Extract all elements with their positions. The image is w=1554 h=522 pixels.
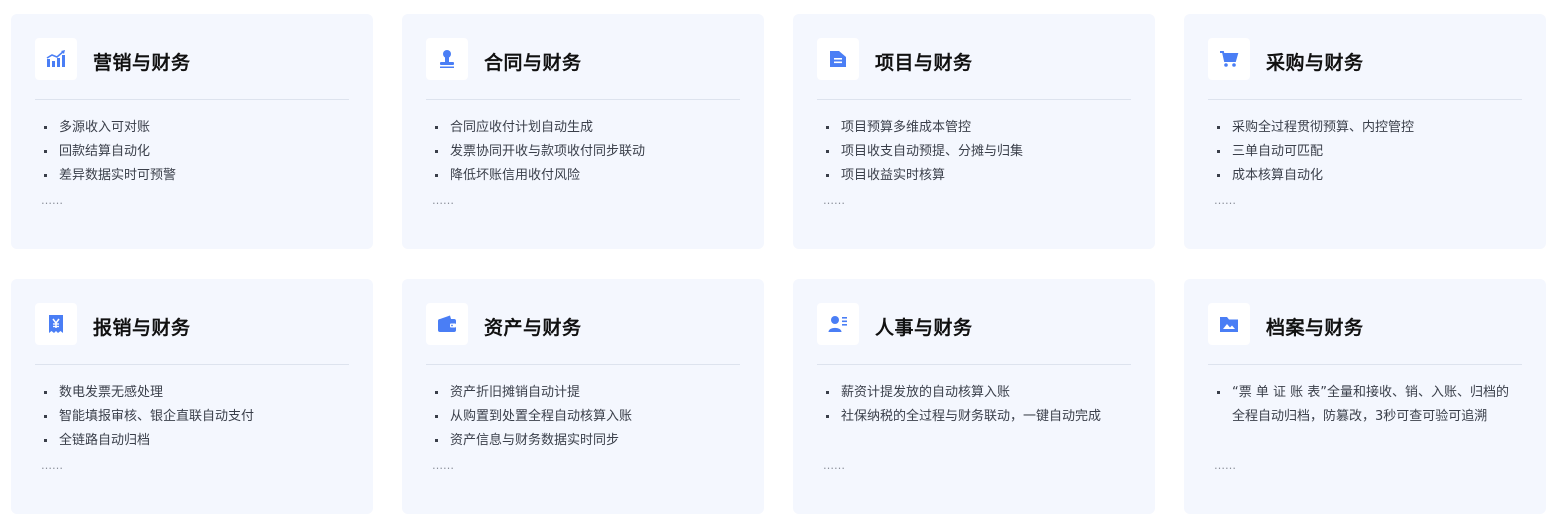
card-title: 资产与财务 — [484, 317, 582, 339]
list-item: 智能填报审核、银企直联自动支付 — [43, 405, 343, 429]
feature-list: 多源收入可对账 回款结算自动化 差异数据实时可预警 — [43, 116, 343, 188]
card-header: 合同与财务 — [426, 38, 740, 100]
card-header: 资产与财务 — [426, 303, 740, 365]
list-item: 合同应收付计划自动生成 — [434, 116, 734, 140]
cart-icon — [1208, 38, 1250, 80]
card-marketing-finance: 营销与财务 多源收入可对账 回款结算自动化 差异数据实时可预警 …… — [11, 14, 373, 249]
list-item: 从购置到处置全程自动核算入账 — [434, 405, 734, 429]
list-item: 成本核算自动化 — [1216, 164, 1516, 188]
more-ellipsis: …… — [41, 459, 63, 472]
list-item: 项目收益实时核算 — [825, 164, 1125, 188]
list-item: 项目收支自动预提、分摊与归集 — [825, 140, 1125, 164]
card-header: 项目与财务 — [817, 38, 1131, 100]
card-hr-finance: 人事与财务 薪资计提发放的自动核算入账 社保纳税的全过程与财务联动，一键自动完成… — [793, 279, 1155, 514]
more-ellipsis: …… — [823, 459, 845, 472]
card-title: 报销与财务 — [93, 317, 191, 339]
more-ellipsis: …… — [823, 194, 845, 207]
list-item: 数电发票无感处理 — [43, 381, 343, 405]
list-item: 项目预算多维成本管控 — [825, 116, 1125, 140]
feature-list: 数电发票无感处理 智能填报审核、银企直联自动支付 全链路自动归档 — [43, 381, 343, 453]
wallet-icon — [426, 303, 468, 345]
feature-list: 薪资计提发放的自动核算入账 社保纳税的全过程与财务联动，一键自动完成 — [825, 381, 1125, 429]
more-ellipsis: …… — [41, 194, 63, 207]
card-project-finance: 项目与财务 项目预算多维成本管控 项目收支自动预提、分摊与归集 项目收益实时核算… — [793, 14, 1155, 249]
more-ellipsis: …… — [1214, 194, 1236, 207]
feature-list: 项目预算多维成本管控 项目收支自动预提、分摊与归集 项目收益实时核算 — [825, 116, 1125, 188]
list-item: 回款结算自动化 — [43, 140, 343, 164]
list-item: 多源收入可对账 — [43, 116, 343, 140]
list-item: 全链路自动归档 — [43, 429, 343, 453]
list-item: 社保纳税的全过程与财务联动，一键自动完成 — [825, 405, 1125, 429]
more-ellipsis: …… — [432, 194, 454, 207]
feature-list: “票 单 证 账 表”全量和接收、销、入账、归档的全程自动归档，防篡改，3秒可查… — [1216, 381, 1516, 429]
card-title: 合同与财务 — [484, 52, 582, 74]
card-asset-finance: 资产与财务 资产折旧摊销自动计提 从购置到处置全程自动核算入账 资产信息与财务数… — [402, 279, 764, 514]
card-header: 营销与财务 — [35, 38, 349, 100]
card-reimbursement-finance: 报销与财务 数电发票无感处理 智能填报审核、银企直联自动支付 全链路自动归档 …… — [11, 279, 373, 514]
card-header: 报销与财务 — [35, 303, 349, 365]
folder-doc-icon — [817, 38, 859, 80]
list-item: 差异数据实时可预警 — [43, 164, 343, 188]
card-header: 人事与财务 — [817, 303, 1131, 365]
card-archive-finance: 档案与财务 “票 单 证 账 表”全量和接收、销、入账、归档的全程自动归档，防篡… — [1184, 279, 1546, 514]
folder-icon — [1208, 303, 1250, 345]
feature-list: 资产折旧摊销自动计提 从购置到处置全程自动核算入账 资产信息与财务数据实时同步 — [434, 381, 734, 453]
card-title: 项目与财务 — [875, 52, 973, 74]
card-title: 档案与财务 — [1266, 317, 1364, 339]
feature-list: 合同应收付计划自动生成 发票协同开收与款项收付同步联动 降低坏账信用收付风险 — [434, 116, 734, 188]
list-item: 资产折旧摊销自动计提 — [434, 381, 734, 405]
stamp-icon — [426, 38, 468, 80]
list-item: 采购全过程贯彻预算、内控管控 — [1216, 116, 1516, 140]
receipt-icon — [35, 303, 77, 345]
card-title: 人事与财务 — [875, 317, 973, 339]
list-item: 降低坏账信用收付风险 — [434, 164, 734, 188]
card-header: 采购与财务 — [1208, 38, 1522, 100]
card-title: 营销与财务 — [93, 52, 191, 74]
card-title: 采购与财务 — [1266, 52, 1364, 74]
feature-list: 采购全过程贯彻预算、内控管控 三单自动可匹配 成本核算自动化 — [1216, 116, 1516, 188]
more-ellipsis: …… — [432, 459, 454, 472]
list-item: 资产信息与财务数据实时同步 — [434, 429, 734, 453]
user-card-icon — [817, 303, 859, 345]
card-contract-finance: 合同与财务 合同应收付计划自动生成 发票协同开收与款项收付同步联动 降低坏账信用… — [402, 14, 764, 249]
list-item: 发票协同开收与款项收付同步联动 — [434, 140, 734, 164]
list-item: 薪资计提发放的自动核算入账 — [825, 381, 1125, 405]
more-ellipsis: …… — [1214, 459, 1236, 472]
card-procurement-finance: 采购与财务 采购全过程贯彻预算、内控管控 三单自动可匹配 成本核算自动化 …… — [1184, 14, 1546, 249]
card-header: 档案与财务 — [1208, 303, 1522, 365]
chart-icon — [35, 38, 77, 80]
list-item: 三单自动可匹配 — [1216, 140, 1516, 164]
feature-grid: 营销与财务 多源收入可对账 回款结算自动化 差异数据实时可预警 …… 合同与财务… — [0, 0, 1554, 522]
list-item: “票 单 证 账 表”全量和接收、销、入账、归档的全程自动归档，防篡改，3秒可查… — [1216, 381, 1516, 429]
